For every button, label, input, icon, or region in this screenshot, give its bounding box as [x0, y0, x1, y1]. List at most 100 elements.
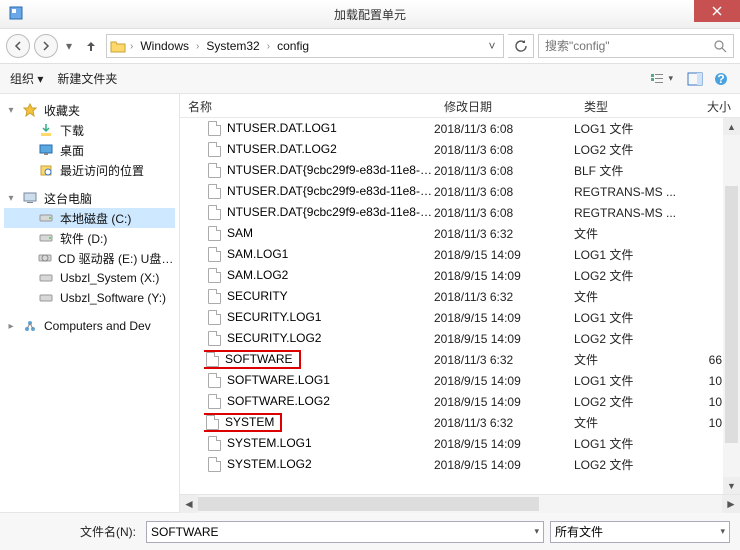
scroll-right-icon[interactable]: ► — [722, 495, 740, 513]
filename-input[interactable] — [151, 525, 530, 539]
file-type: BLF 文件 — [574, 162, 684, 179]
file-name: SOFTWARE — [204, 350, 434, 369]
search-input[interactable] — [545, 39, 714, 53]
table-row[interactable]: SYSTEM.LOG22018/9/15 14:09LOG2 文件 — [180, 454, 740, 475]
table-row[interactable]: SOFTWARE2018/11/3 6:32文件66,3 — [180, 349, 740, 370]
search-box[interactable] — [538, 34, 734, 58]
navbar: ▾ › Windows › System32 › config ˅ — [0, 28, 740, 64]
sidebar-network[interactable]: ▸ Computers and Dev — [4, 316, 175, 336]
horizontal-scrollbar[interactable]: ◄ ► — [180, 494, 740, 512]
table-row[interactable]: SAM2018/11/3 6:32文件 — [180, 223, 740, 244]
refresh-button[interactable] — [508, 34, 534, 58]
computer-icon — [22, 190, 38, 206]
table-row[interactable]: SYSTEM.LOG12018/9/15 14:09LOG1 文件 — [180, 433, 740, 454]
file-date: 2018/9/15 14:09 — [434, 374, 574, 388]
sidebar-drive-d[interactable]: 软件 (D:) — [4, 228, 175, 248]
sidebar-drive-e[interactable]: CD 驱动器 (E:) U盘… — [4, 248, 175, 268]
scrollbar-thumb[interactable] — [198, 497, 539, 511]
chevron-down-icon: ▾ — [6, 193, 16, 204]
chevron-right-icon: › — [195, 41, 200, 52]
forward-button[interactable] — [34, 34, 58, 58]
breadcrumb-config[interactable]: config — [273, 39, 313, 53]
chevron-right-icon: › — [266, 41, 271, 52]
chevron-down-icon[interactable]: ▾ — [530, 526, 539, 537]
table-row[interactable]: SECURITY.LOG12018/9/15 14:09LOG1 文件 — [180, 307, 740, 328]
download-icon — [38, 122, 54, 138]
file-date: 2018/9/15 14:09 — [434, 458, 574, 472]
col-size[interactable]: 大小 — [686, 94, 740, 117]
close-button[interactable] — [694, 0, 740, 22]
file-date: 2018/9/15 14:09 — [434, 437, 574, 451]
scrollbar-thumb[interactable] — [725, 186, 738, 443]
cd-drive-icon — [38, 250, 52, 266]
file-type: LOG1 文件 — [574, 372, 684, 389]
table-row[interactable]: SOFTWARE.LOG22018/9/15 14:09LOG2 文件10,2 — [180, 391, 740, 412]
sidebar-downloads[interactable]: 下载 — [4, 120, 175, 140]
file-name: NTUSER.DAT{9cbc29f9-e83d-11e8-82... — [204, 184, 434, 199]
drive-icon — [38, 290, 54, 306]
chevron-right-icon: › — [129, 41, 134, 52]
table-row[interactable]: SYSTEM2018/11/3 6:32文件10,2 — [180, 412, 740, 433]
table-row[interactable]: SAM.LOG12018/9/15 14:09LOG1 文件 — [180, 244, 740, 265]
file-type: LOG2 文件 — [574, 141, 684, 158]
drive-icon — [38, 210, 54, 226]
file-name: SECURITY — [204, 289, 434, 304]
preview-pane-button[interactable] — [686, 70, 704, 88]
file-name: SAM.LOG2 — [204, 268, 434, 283]
toolbar: 组织 ▾ 新建文件夹 ▾ ? — [0, 64, 740, 94]
breadcrumb-system32[interactable]: System32 — [202, 39, 263, 53]
sidebar-drive-x[interactable]: Usbzl_System (X:) — [4, 268, 175, 288]
file-name: SECURITY.LOG1 — [204, 310, 434, 325]
sidebar-drive-c[interactable]: 本地磁盘 (C:) — [4, 208, 175, 228]
sidebar: ▾ 收藏夹 下载 桌面 最近访问的位置 ▾ 这台电脑 本地磁盘 (C:) 软 — [0, 94, 180, 512]
filetype-filter[interactable]: 所有文件 ▾ — [550, 521, 730, 543]
filename-field[interactable]: ▾ — [146, 521, 544, 543]
file-date: 2018/9/15 14:09 — [434, 395, 574, 409]
address-bar[interactable]: › Windows › System32 › config ˅ — [106, 34, 504, 58]
table-row[interactable]: NTUSER.DAT{9cbc29f9-e83d-11e8-82...2018/… — [180, 202, 740, 223]
network-icon — [22, 318, 38, 334]
table-row[interactable]: NTUSER.DAT.LOG22018/11/3 6:08LOG2 文件 — [180, 139, 740, 160]
organize-menu[interactable]: 组织 ▾ — [10, 70, 43, 87]
sidebar-desktop[interactable]: 桌面 — [4, 140, 175, 160]
history-dropdown[interactable]: ▾ — [62, 39, 76, 53]
scroll-up-icon[interactable]: ▲ — [723, 118, 740, 135]
file-date: 2018/11/3 6:08 — [434, 206, 574, 220]
breadcrumb-windows[interactable]: Windows — [136, 39, 193, 53]
file-list[interactable]: NTUSER.DAT.LOG12018/11/3 6:08LOG1 文件NTUS… — [180, 118, 740, 494]
help-button[interactable]: ? — [712, 70, 730, 88]
new-folder-button[interactable]: 新建文件夹 — [57, 70, 117, 87]
col-date[interactable]: 修改日期 — [436, 94, 576, 117]
file-date: 2018/9/15 14:09 — [434, 332, 574, 346]
view-mode-button[interactable]: ▾ — [643, 68, 678, 90]
table-row[interactable]: NTUSER.DAT{9cbc29f9-e83d-11e8-82...2018/… — [180, 160, 740, 181]
file-type: LOG1 文件 — [574, 246, 684, 263]
file-type: LOG2 文件 — [574, 330, 684, 347]
recent-icon — [38, 162, 54, 178]
vertical-scrollbar[interactable]: ▲ ▼ — [723, 118, 740, 494]
file-name: NTUSER.DAT{9cbc29f9-e83d-11e8-82... — [204, 205, 434, 220]
back-button[interactable] — [6, 34, 30, 58]
table-row[interactable]: SECURITY2018/11/3 6:32文件 — [180, 286, 740, 307]
scroll-left-icon[interactable]: ◄ — [180, 495, 198, 513]
sidebar-thispc[interactable]: ▾ 这台电脑 — [4, 188, 175, 208]
table-row[interactable]: SECURITY.LOG22018/9/15 14:09LOG2 文件 — [180, 328, 740, 349]
folder-icon — [109, 37, 127, 55]
sidebar-drive-y[interactable]: Usbzl_Software (Y:) — [4, 288, 175, 308]
col-type[interactable]: 类型 — [576, 94, 686, 117]
sidebar-recent[interactable]: 最近访问的位置 — [4, 160, 175, 180]
file-type: 文件 — [574, 414, 684, 431]
table-row[interactable]: SOFTWARE.LOG12018/9/15 14:09LOG1 文件10,2 — [180, 370, 740, 391]
file-date: 2018/9/15 14:09 — [434, 311, 574, 325]
scroll-down-icon[interactable]: ▼ — [723, 477, 740, 494]
file-name: SYSTEM.LOG1 — [204, 436, 434, 451]
sidebar-favorites[interactable]: ▾ 收藏夹 — [4, 100, 175, 120]
address-dropdown[interactable]: ˅ — [483, 39, 501, 53]
col-name[interactable]: 名称 — [180, 94, 436, 117]
table-row[interactable]: NTUSER.DAT.LOG12018/11/3 6:08LOG1 文件 — [180, 118, 740, 139]
table-row[interactable]: NTUSER.DAT{9cbc29f9-e83d-11e8-82...2018/… — [180, 181, 740, 202]
app-icon — [8, 5, 24, 21]
up-button[interactable] — [80, 35, 102, 57]
table-row[interactable]: SAM.LOG22018/9/15 14:09LOG2 文件 — [180, 265, 740, 286]
star-icon — [22, 102, 38, 118]
